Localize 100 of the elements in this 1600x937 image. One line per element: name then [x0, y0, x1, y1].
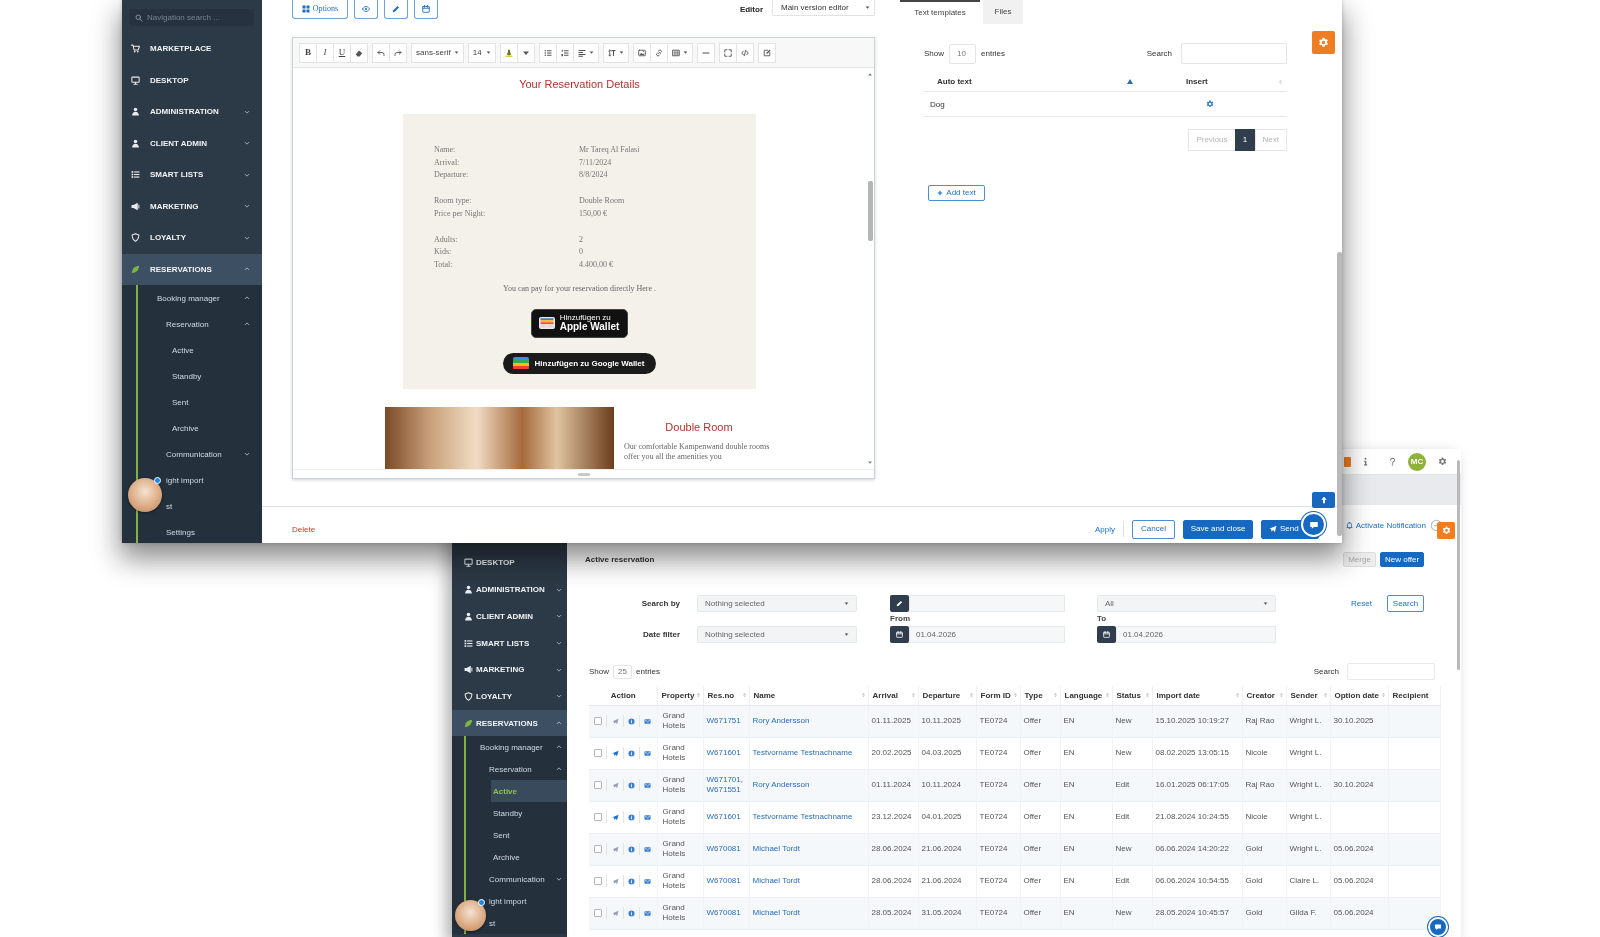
nav-item[interactable]: Standby — [491, 802, 567, 825]
google-wallet-button[interactable]: Hinzufügen zu Google Wallet — [502, 352, 657, 374]
sort-icon[interactable] — [1323, 692, 1327, 699]
nav-item[interactable]: ADMINISTRATION — [122, 96, 262, 128]
info-icon[interactable] — [627, 909, 635, 917]
nav-item[interactable]: SMART LISTS — [452, 629, 567, 657]
envelope-icon[interactable] — [644, 813, 652, 821]
delete-link[interactable]: Delete — [292, 524, 316, 534]
nav-item[interactable]: RESERVATIONS — [452, 709, 567, 737]
guest-name-link[interactable]: Rory Andersson — [752, 716, 810, 726]
add-text-button[interactable]: Add text — [928, 185, 985, 201]
options-button[interactable]: Options — [292, 0, 348, 19]
align-dropdown[interactable] — [572, 42, 599, 63]
column-header[interactable]: Arrival — [872, 690, 898, 700]
info-icon[interactable] — [627, 813, 635, 821]
search-field[interactable] — [1347, 663, 1435, 680]
nav-item[interactable]: CLIENT ADMIN — [122, 127, 262, 159]
redo-button[interactable] — [389, 42, 407, 63]
reservation-number-link[interactable]: W670081 — [706, 876, 741, 886]
nav-item[interactable]: Booking manager — [478, 736, 567, 759]
fullscreen-button[interactable] — [718, 42, 737, 63]
line-height-dropdown[interactable] — [602, 42, 629, 63]
search-button[interactable]: Search — [1387, 595, 1424, 612]
envelope-icon[interactable] — [644, 909, 652, 917]
column-header[interactable]: Auto text — [937, 77, 972, 86]
page-size-select[interactable]: 10 — [949, 43, 976, 64]
guest-name-link[interactable]: Michael Tordt — [752, 844, 800, 854]
row-checkbox[interactable] — [594, 717, 603, 725]
column-header[interactable]: Language — [1064, 690, 1103, 700]
calendar-button[interactable] — [1097, 626, 1116, 643]
notification-badge-icon[interactable] — [1344, 456, 1351, 467]
clear-format-button[interactable] — [350, 42, 368, 63]
image-button[interactable] — [632, 42, 651, 63]
nav-item[interactable]: Communication — [164, 441, 262, 467]
envelope-icon[interactable] — [644, 749, 652, 757]
settings-button[interactable] — [1437, 522, 1455, 539]
nav-item[interactable]: DESKTOP — [452, 549, 567, 577]
link-button[interactable] — [649, 42, 668, 63]
apply-link[interactable]: Apply — [1095, 524, 1115, 534]
code-view-button[interactable] — [735, 42, 754, 63]
date-field[interactable]: 01.04.2026 — [909, 626, 1065, 643]
nav-item[interactable]: RESERVATIONS — [122, 253, 262, 285]
settings-icon[interactable] — [1438, 457, 1447, 466]
info-icon[interactable] — [627, 845, 635, 853]
info-icon[interactable] — [627, 717, 635, 725]
nav-item[interactable]: SMART LISTS — [122, 159, 262, 191]
paper-plane-icon[interactable] — [611, 909, 619, 917]
column-header[interactable]: Form ID — [980, 690, 1011, 700]
nav-item[interactable]: Active — [170, 337, 262, 363]
tab[interactable]: Files — [983, 0, 1023, 24]
nav-item[interactable]: MARKETING — [452, 656, 567, 684]
filter-select[interactable]: All — [1097, 595, 1276, 612]
info-icon[interactable] — [627, 781, 635, 789]
reservation-number-link[interactable]: W671601 — [706, 748, 741, 758]
sort-icon[interactable] — [1105, 692, 1109, 699]
info-icon[interactable] — [1361, 457, 1370, 466]
chat-button[interactable] — [1301, 512, 1326, 537]
nav-item[interactable]: ight import — [487, 890, 567, 913]
page-size-select[interactable]: 25 — [613, 664, 632, 679]
sort-ascending-icon[interactable] — [1127, 79, 1133, 84]
horizontal-rule-button[interactable] — [696, 42, 715, 63]
search-field[interactable]: Navigation search ... — [129, 9, 254, 26]
nav-item[interactable]: CLIENT ADMIN — [452, 602, 567, 630]
edit-button[interactable] — [890, 595, 909, 612]
scroll-up-arrow-icon[interactable] — [867, 72, 873, 77]
sort-icon[interactable] — [1235, 692, 1239, 699]
info-icon[interactable] — [627, 877, 635, 885]
nav-item[interactable]: st — [487, 912, 567, 935]
page-button[interactable]: 1 — [1234, 129, 1256, 151]
table-dropdown[interactable] — [666, 42, 693, 63]
paper-plane-icon[interactable] — [611, 781, 619, 789]
column-header[interactable]: Creator — [1246, 690, 1275, 700]
bullet-list-button[interactable] — [538, 42, 557, 63]
nav-item[interactable]: Sent — [170, 389, 262, 415]
scroll-to-top-button[interactable] — [1312, 492, 1335, 508]
nav-item[interactable]: LOYALTY — [122, 222, 262, 254]
scrollbar-thumb[interactable] — [867, 181, 873, 241]
envelope-icon[interactable] — [644, 845, 652, 853]
bold-button[interactable]: B — [299, 42, 317, 63]
column-header[interactable]: Property — [661, 690, 695, 700]
save-and-close-button[interactable]: Save and close — [1183, 519, 1253, 539]
reservation-number-link[interactable]: W671601 — [706, 812, 741, 822]
nav-item[interactable]: Sent — [491, 824, 567, 847]
nav-item[interactable]: MARKETING — [122, 190, 262, 222]
nav-item[interactable]: Booking manager — [155, 285, 262, 311]
guest-name-link[interactable]: Michael Tordt — [752, 876, 800, 886]
nav-item[interactable]: Communication — [487, 868, 567, 891]
search-field[interactable] — [1181, 43, 1287, 64]
scrollbar-thumb[interactable] — [1337, 252, 1342, 536]
scroll-down-arrow-icon[interactable] — [867, 460, 873, 465]
calendar-button[interactable] — [890, 626, 909, 643]
nav-item[interactable]: Active — [491, 780, 567, 803]
sort-icon[interactable] — [1013, 692, 1017, 699]
preview-button[interactable] — [354, 0, 378, 19]
sort-icon[interactable] — [1381, 692, 1385, 699]
column-header[interactable]: Res.no — [707, 690, 735, 700]
sort-icon[interactable] — [1053, 692, 1057, 699]
nav-item[interactable]: Reservation — [164, 311, 262, 337]
paper-plane-icon[interactable] — [611, 877, 619, 885]
row-checkbox[interactable] — [594, 877, 603, 885]
